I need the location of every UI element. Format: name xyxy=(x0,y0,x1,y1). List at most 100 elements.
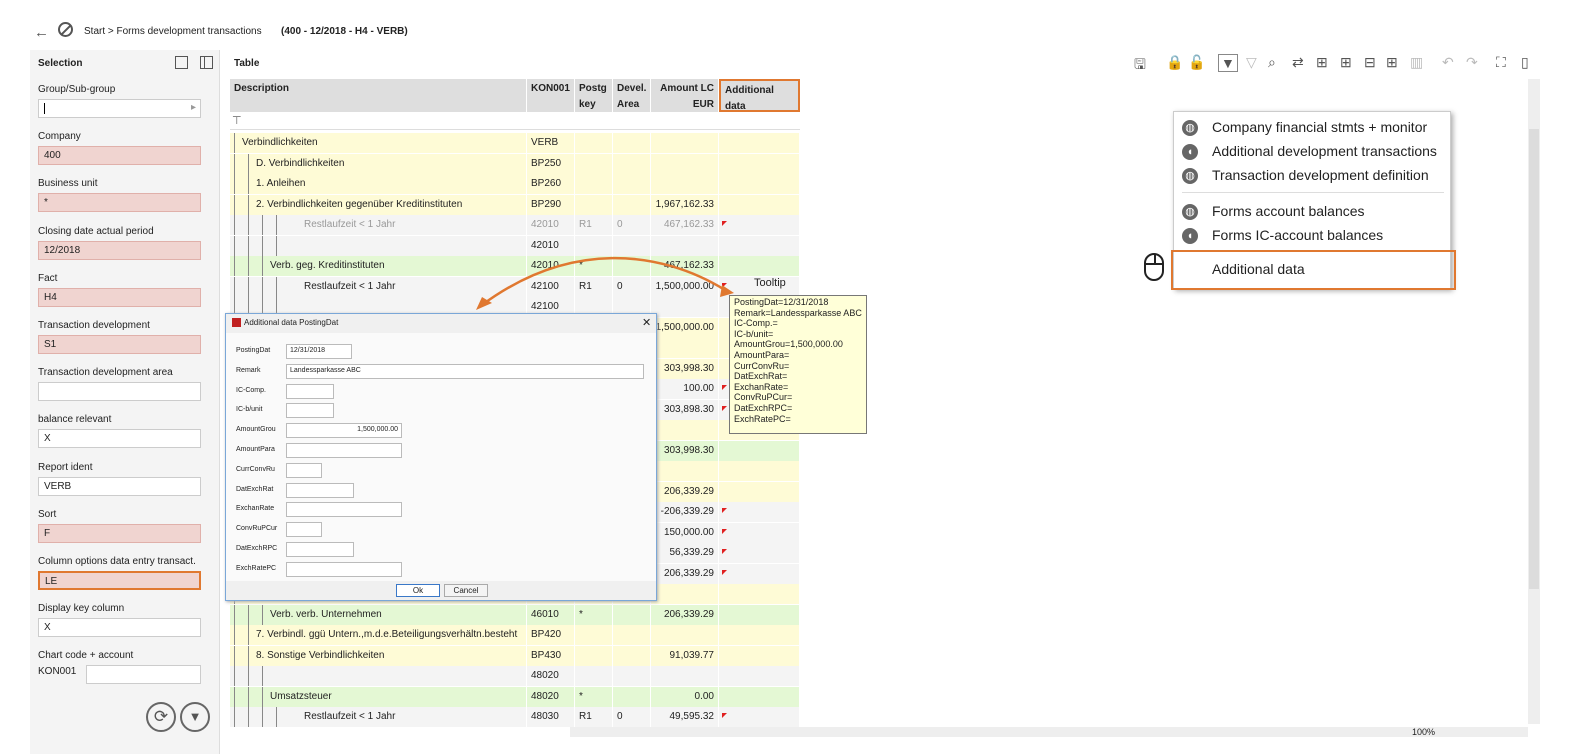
search-icon[interactable]: ⌕ xyxy=(1268,54,1276,71)
dialog-field-input[interactable]: Landessparkasse ABC xyxy=(286,363,644,379)
table-cell xyxy=(719,666,800,686)
breadcrumb[interactable]: Start > Forms development transactions xyxy=(84,26,262,37)
comment-flag-icon[interactable] xyxy=(722,713,727,718)
unlock-icon[interactable]: 🔓 xyxy=(1188,54,1205,71)
collapse-icon[interactable]: ⊟ xyxy=(1364,54,1376,71)
chart-account-input[interactable] xyxy=(86,665,201,685)
menu-item[interactable]: Forms account balances xyxy=(1212,203,1365,219)
cell-text: Restlaufzeit < 1 Jahr xyxy=(304,280,396,292)
filter-icon[interactable]: ▼ xyxy=(1218,54,1238,72)
chevron-down-icon[interactable]: ▼ xyxy=(180,702,210,732)
dropdown-arrow-icon[interactable]: ▸ xyxy=(191,102,196,113)
field-input[interactable]: H4 xyxy=(38,287,201,307)
table-row[interactable]: 1. Anleihen BP260 xyxy=(230,174,800,194)
cancel-button[interactable]: Cancel xyxy=(444,584,488,597)
comment-flag-icon[interactable] xyxy=(722,549,727,554)
comment-flag-icon[interactable] xyxy=(722,569,727,575)
filter-clear-icon[interactable]: ▽ xyxy=(1246,54,1257,71)
field-input[interactable]: X xyxy=(38,618,201,638)
menu-item[interactable]: Transaction development definition xyxy=(1212,167,1429,183)
table-cell xyxy=(719,645,800,666)
scroll-thumb[interactable] xyxy=(1529,129,1539,589)
column-header[interactable]: KON001 xyxy=(527,79,575,112)
dialog-field-input[interactable] xyxy=(286,462,322,478)
dialog-field-input[interactable] xyxy=(286,522,322,538)
horizontal-scrollbar[interactable] xyxy=(570,727,1528,737)
comment-flag-icon[interactable] xyxy=(722,405,727,411)
table-row[interactable]: Restlaufzeit < 1 Jahr 42010 R1 0 467,162.33 xyxy=(230,215,800,235)
comment-flag-icon[interactable] xyxy=(722,385,727,390)
field-input[interactable]: LE xyxy=(38,571,201,590)
table-cell: 206,339.29 xyxy=(651,563,719,584)
back-arrow-icon[interactable]: ← xyxy=(34,24,49,41)
field-input[interactable]: 12/2018 xyxy=(38,240,201,260)
dialog-field-input[interactable] xyxy=(286,482,354,498)
comment-flag-icon[interactable] xyxy=(722,508,727,513)
column-header[interactable]: Amount LC EUR xyxy=(651,79,719,112)
table-cell xyxy=(719,194,800,215)
lock-icon[interactable]: 🔒 xyxy=(1166,54,1183,71)
close-icon[interactable]: ✕ xyxy=(642,316,651,329)
dialog-field-input[interactable] xyxy=(286,383,334,399)
fullscreen-icon[interactable] xyxy=(175,56,188,69)
tree-icon[interactable]: ⊞ xyxy=(1316,54,1328,71)
menu-item[interactable]: Company financial stmts + monitor xyxy=(1212,119,1427,135)
table-row[interactable]: Umsatzsteuer 48020 * 0.00 xyxy=(230,686,800,707)
tree-line xyxy=(234,194,235,215)
comment-flag-icon[interactable] xyxy=(722,221,727,226)
field-input[interactable] xyxy=(38,382,201,402)
table-row[interactable]: 2. Verbindlichkeiten gegenüber Kreditins… xyxy=(230,194,800,215)
field-input[interactable]: * xyxy=(38,193,201,213)
panel-icon[interactable]: ▯ xyxy=(1521,54,1529,71)
table-cell xyxy=(719,522,800,543)
chart-icon[interactable]: ▥ xyxy=(1410,54,1423,71)
refresh-icon[interactable]: ⟳ xyxy=(146,702,176,732)
table-row[interactable]: 7. Verbindl. ggü Untern.,m.d.e.Beteiligu… xyxy=(230,625,800,645)
panel-toggle-icon[interactable] xyxy=(200,56,213,69)
filter-row[interactable]: ⊤ xyxy=(230,112,800,130)
dialog-field-input[interactable] xyxy=(286,561,402,577)
dialog-field-input[interactable] xyxy=(286,443,402,458)
cell-text: Verbindlichkeiten xyxy=(242,137,318,148)
field-input[interactable]: X xyxy=(38,429,201,449)
column-header[interactable]: Postg key xyxy=(575,79,613,112)
table-cell: BP290 xyxy=(527,194,575,215)
table-row[interactable]: Verbindlichkeiten VERB xyxy=(230,133,800,153)
vertical-scrollbar[interactable] xyxy=(1528,79,1540,724)
tree-line xyxy=(248,666,249,686)
undo-icon[interactable]: ↶ xyxy=(1442,54,1454,71)
filter-row-icon[interactable]: ⊤ xyxy=(232,114,242,127)
swap-icon[interactable]: ⇄ xyxy=(1292,54,1304,71)
menu-item[interactable]: Forms IC-account balances xyxy=(1212,227,1383,243)
column-header[interactable]: Description xyxy=(230,79,527,112)
cancel-icon[interactable] xyxy=(58,22,73,37)
table-row[interactable]: 48020 xyxy=(230,666,800,686)
hierarchy-icon[interactable]: ⊞ xyxy=(1386,54,1398,71)
field-input[interactable]: ▸ xyxy=(38,99,201,118)
column-header[interactable]: Devel. Area xyxy=(613,79,651,112)
ok-button[interactable]: Ok xyxy=(396,584,440,597)
field-input[interactable]: F xyxy=(38,523,201,543)
fullscreen-table-icon[interactable]: ⛶ xyxy=(1496,54,1506,71)
table-row[interactable]: Restlaufzeit < 1 Jahr 48030 R1 0 49,595.32 xyxy=(230,707,800,727)
menu-item[interactable]: Additional development transactions xyxy=(1212,143,1437,159)
table-row[interactable]: D. Verbindlichkeiten BP250 xyxy=(230,153,800,174)
redo-icon[interactable]: ↷ xyxy=(1466,54,1478,71)
comment-flag-icon[interactable] xyxy=(722,528,727,534)
table-cell: VERB xyxy=(527,133,575,153)
dialog-field-input[interactable]: 12/31/2018 xyxy=(286,344,352,359)
field-input[interactable]: VERB xyxy=(38,476,201,496)
field-input[interactable]: 400 xyxy=(38,146,201,166)
expand-icon[interactable]: ⊞ xyxy=(1340,54,1352,71)
dialog-field-input[interactable] xyxy=(286,542,354,557)
column-header[interactable]: Additional data xyxy=(719,79,800,112)
table-cell xyxy=(719,461,800,481)
field-input[interactable]: S1 xyxy=(38,335,201,354)
table-row[interactable]: 8. Sonstige Verbindlichkeiten BP430 91,039… xyxy=(230,645,800,666)
save-icon[interactable]: 🖫 xyxy=(1134,54,1146,78)
dialog-field-input[interactable] xyxy=(286,403,334,419)
dialog-field-input[interactable] xyxy=(286,502,402,518)
table-row[interactable]: Verb. verb. Unternehmen 46010 * 206,339.29 xyxy=(230,604,800,625)
table-cell: BP260 xyxy=(527,174,575,194)
dialog-field-input[interactable]: 1,500,000.00 xyxy=(286,423,402,439)
